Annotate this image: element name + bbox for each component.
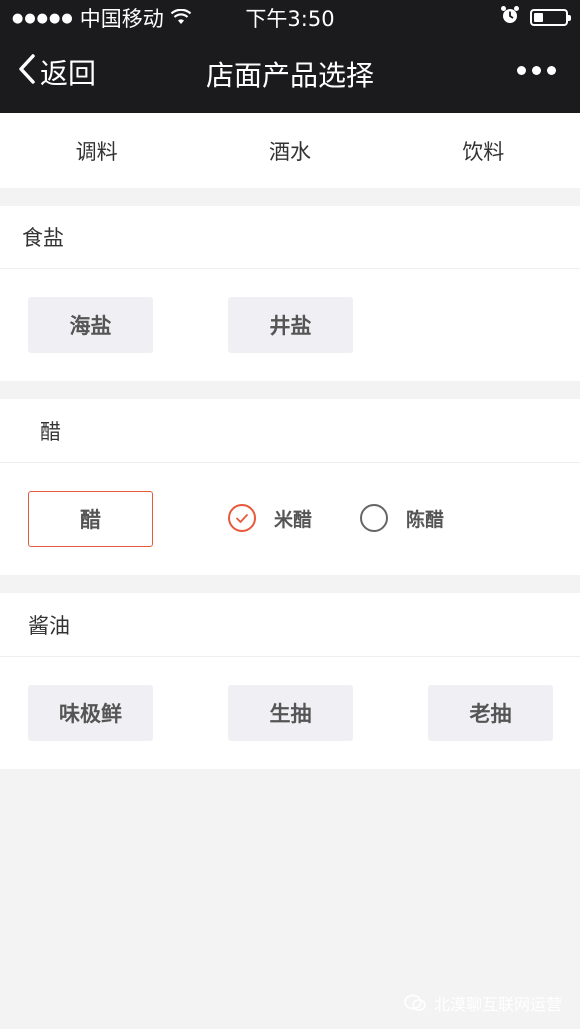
section-soy-sauce: 酱油 味极鲜 生抽 老抽: [0, 593, 580, 769]
radio-label: 陈醋: [406, 508, 445, 531]
section-options: 醋 米醋 陈醋: [0, 463, 580, 575]
tab-seasoning[interactable]: 调料: [0, 113, 193, 188]
more-dot: [532, 66, 541, 75]
section-salt: 食盐 海盐 井盐: [0, 206, 580, 381]
option-vinegar[interactable]: 醋: [28, 491, 153, 547]
radio-unchecked-icon: [360, 504, 388, 532]
status-bar: ●●●●● 中国移动 下午3:50: [0, 0, 580, 32]
tab-drinks[interactable]: 饮料: [387, 113, 580, 188]
battery-level: [534, 13, 543, 22]
battery-icon: [530, 9, 571, 26]
radio-label: 米醋: [274, 508, 313, 531]
category-tabs: 调料 酒水 饮料: [0, 113, 580, 188]
page-title: 店面产品选择: [205, 59, 374, 92]
option-sea-salt[interactable]: 海盐: [28, 297, 153, 353]
tab-liquor[interactable]: 酒水: [193, 113, 386, 188]
option-umami[interactable]: 味极鲜: [28, 685, 153, 741]
status-time: 下午3:50: [245, 7, 335, 31]
section-title: 酱油: [0, 593, 580, 657]
more-dot: [547, 66, 556, 75]
section-title: 食盐: [0, 206, 580, 269]
section-title: 醋: [0, 399, 580, 463]
status-right: [500, 5, 571, 30]
section-vinegar: 醋 醋 米醋 陈醋: [0, 399, 580, 575]
more-dot: [517, 66, 526, 75]
wechat-icon: [404, 994, 426, 1012]
option-light-soy[interactable]: 生抽: [228, 685, 353, 741]
nav-bar: 返回 店面产品选择: [0, 32, 580, 113]
radio-aged-vinegar[interactable]: 陈醋: [360, 504, 444, 532]
radio-rice-vinegar[interactable]: 米醋: [228, 504, 312, 532]
option-dark-soy[interactable]: 老抽: [428, 685, 553, 741]
radio-checked-icon: [228, 504, 256, 532]
option-well-salt[interactable]: 井盐: [228, 297, 353, 353]
more-icon[interactable]: [517, 66, 556, 75]
watermark: 北漠聊互联网运营: [404, 991, 562, 1015]
section-options: 味极鲜 生抽 老抽: [0, 657, 580, 769]
section-options: 海盐 井盐: [0, 269, 580, 381]
alarm-icon: [500, 5, 520, 30]
watermark-text: 北漠聊互联网运营: [433, 995, 562, 1014]
